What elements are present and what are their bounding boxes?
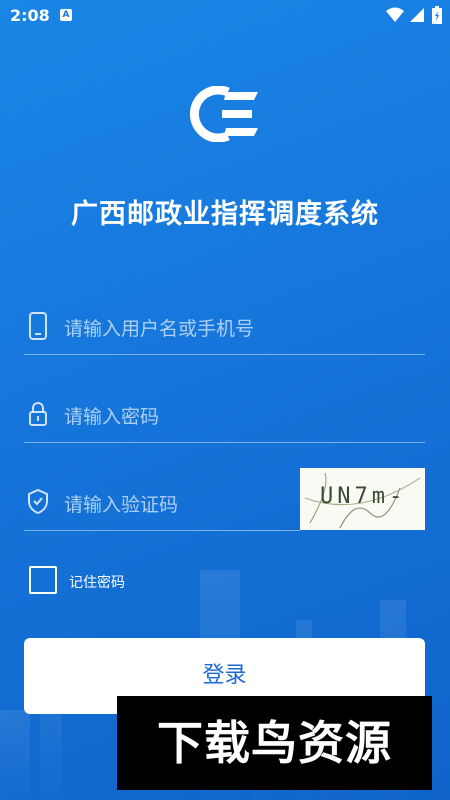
notification-icon: A [60,9,72,21]
captcha-text: UN7m- [320,484,407,509]
captcha-placeholder: 请输入验证码 [64,494,179,516]
remember-checkbox[interactable] [29,566,57,594]
username-field[interactable]: 请输入用户名或手机号 [24,298,425,355]
phone-icon [29,312,47,340]
status-time: 2:08 [10,6,50,25]
remember-label: 记住密码 [69,575,125,591]
battery-icon [432,6,442,24]
shield-check-icon [28,488,48,515]
status-bar: 2:08 A [0,0,450,32]
captcha-field[interactable]: 请输入验证码 [24,474,300,531]
username-placeholder: 请输入用户名或手机号 [64,318,255,340]
wifi-icon [386,7,404,22]
app-title: 广西邮政业指挥调度系统 [71,199,379,230]
password-field[interactable]: 请输入密码 [24,386,425,443]
password-placeholder: 请输入密码 [64,406,160,428]
watermark-banner: 下载鸟资源 [117,696,432,790]
captcha-image[interactable]: UN7m- [300,468,425,530]
signal-icon [410,8,424,22]
gz-logo-icon [189,86,258,142]
lock-icon [29,402,47,426]
